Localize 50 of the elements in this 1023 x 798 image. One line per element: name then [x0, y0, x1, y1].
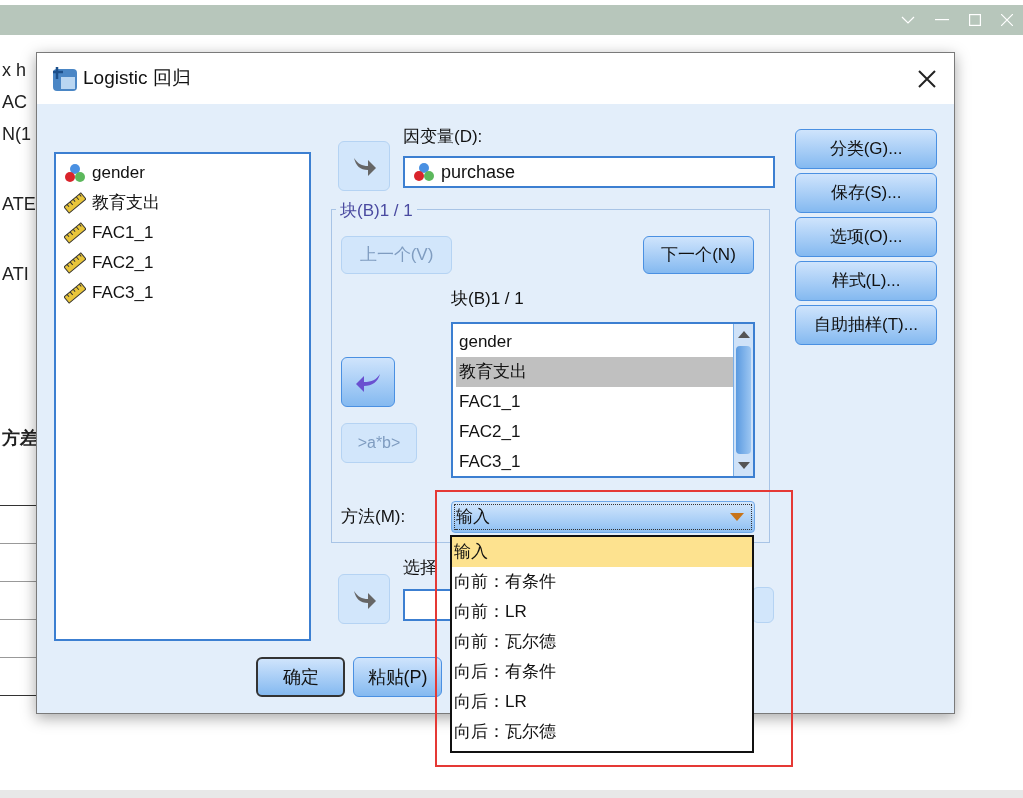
- dialog-button[interactable]: 确定: [256, 657, 345, 697]
- dialog-button[interactable]: 样式(L)...: [795, 261, 937, 301]
- list-item[interactable]: FAC2_1: [456, 417, 733, 447]
- dialog-button[interactable]: 自助抽样(T)...: [795, 305, 937, 345]
- list-item[interactable]: FAC1_1: [92, 220, 154, 246]
- method-label: 方法(M):: [340, 506, 407, 529]
- menu-item[interactable]: 向后：LR: [452, 687, 752, 717]
- list-item[interactable]: FAC1_1: [456, 387, 733, 417]
- field-value: purchase: [441, 160, 516, 184]
- covariate-list[interactable]: gender 教育支出 FAC1_1 FAC2_1 FAC3_1: [451, 322, 755, 478]
- menu-item[interactable]: 向后：有条件: [452, 657, 752, 687]
- rule-button[interactable]: [752, 587, 774, 623]
- method-dropdown[interactable]: 输入: [451, 501, 755, 533]
- close-icon[interactable]: [918, 69, 936, 88]
- text-fragment: x h: [2, 59, 26, 82]
- list-item[interactable]: 教育支出: [92, 190, 160, 216]
- list-item[interactable]: FAC2_1: [92, 250, 154, 276]
- menu-item[interactable]: 向前：LR: [452, 597, 752, 627]
- menu-item[interactable]: 输入: [452, 537, 752, 567]
- menu-item[interactable]: 向前：瓦尔德: [452, 627, 752, 657]
- dropdown-caret-icon[interactable]: [730, 513, 744, 521]
- text-fragment: 方差: [2, 427, 38, 450]
- list-item[interactable]: FAC3_1: [456, 447, 733, 477]
- scrollbar[interactable]: [733, 324, 753, 476]
- scroll-thumb[interactable]: [736, 346, 751, 454]
- list-item[interactable]: FAC3_1: [92, 280, 154, 306]
- list-item[interactable]: 教育支出: [456, 357, 733, 387]
- dialog-button[interactable]: 粘贴(P): [353, 657, 442, 697]
- dialog-button[interactable]: 保存(S)...: [795, 173, 937, 213]
- text-fragment: N(1: [2, 123, 31, 146]
- app-icon: [52, 65, 78, 92]
- dialog-title: Logistic 回归: [83, 66, 191, 91]
- list-item[interactable]: gender: [456, 327, 733, 357]
- field-label: 选择: [403, 557, 438, 579]
- nominal-icon: [413, 162, 435, 182]
- nominal-icon: [64, 163, 86, 183]
- list-label: 块(B)1 / 1: [451, 288, 525, 310]
- text-fragment: ATE: [2, 193, 36, 216]
- menu-item[interactable]: 向前：有条件: [452, 567, 752, 597]
- menu-item[interactable]: 向后：瓦尔德: [452, 717, 752, 747]
- variable-list[interactable]: gender 教育支出 FAC1_1 FAC2_1 FAC3_1: [54, 152, 311, 641]
- list-item[interactable]: gender: [92, 160, 145, 186]
- next-button[interactable]: 下一个(N): [643, 236, 754, 274]
- arrow-button[interactable]: [341, 357, 395, 407]
- dialog-button[interactable]: 选项(O)...: [795, 217, 937, 257]
- dialog-button[interactable]: 分类(G)...: [795, 129, 937, 169]
- dependent-field[interactable]: purchase: [403, 156, 775, 188]
- text-fragment: AC: [2, 91, 27, 114]
- field-label: 因变量(D):: [403, 126, 484, 148]
- text-fragment: ATI: [2, 263, 29, 286]
